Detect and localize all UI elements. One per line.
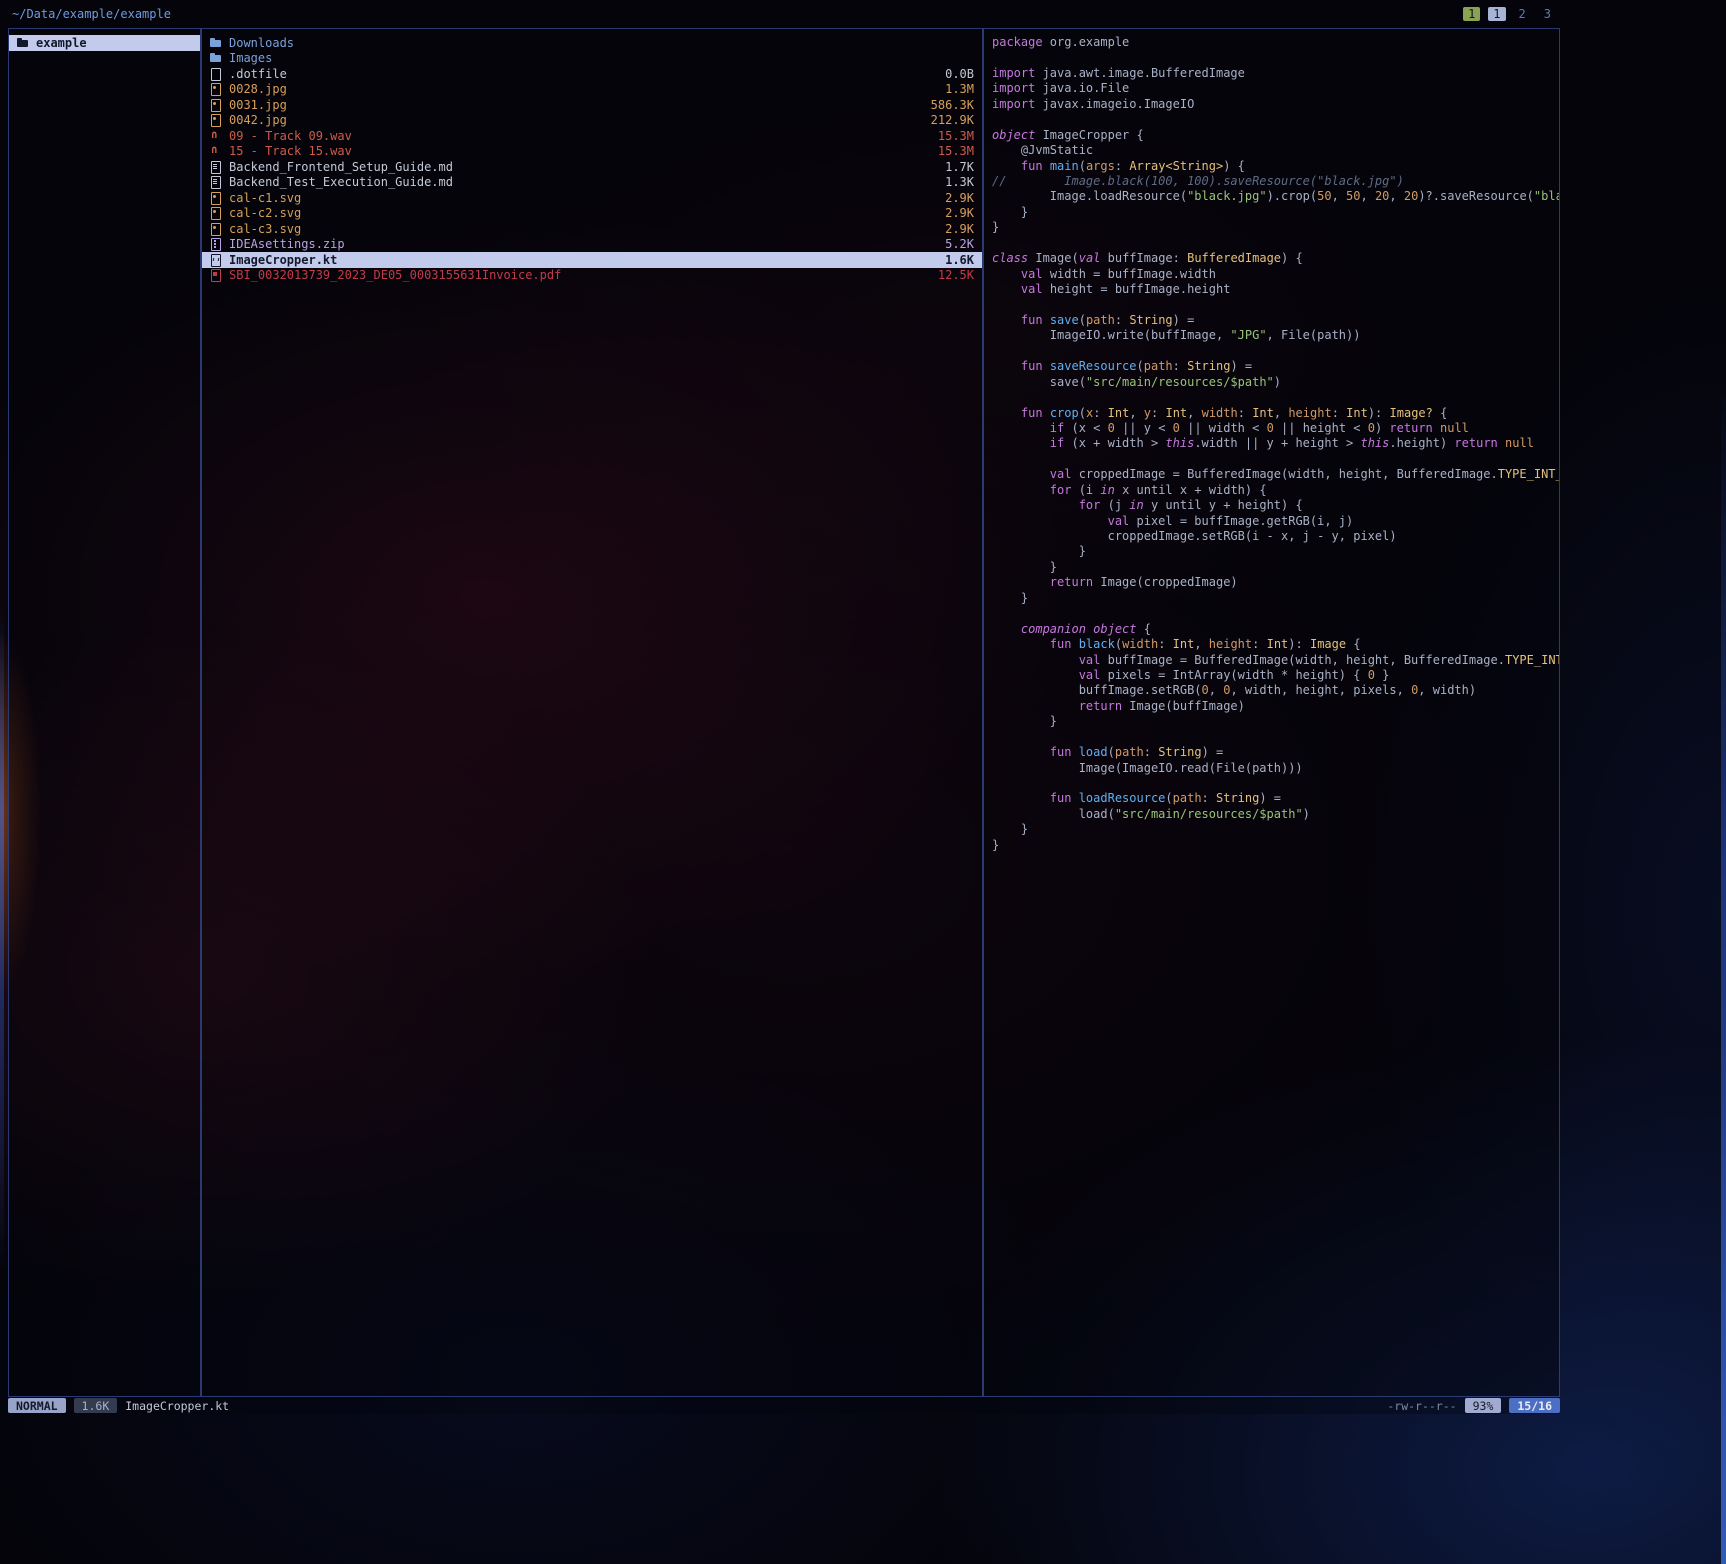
- panes: example DownloadsImages.dotfile0.0B0028.…: [8, 28, 1560, 1397]
- file-name: Backend_Frontend_Setup_Guide.md: [229, 160, 453, 174]
- code-view[interactable]: package org.exampleimport java.awt.image…: [984, 29, 1559, 1396]
- audio-icon: [210, 145, 223, 157]
- file-row[interactable]: Downloads: [202, 35, 982, 51]
- file-row[interactable]: Backend_Frontend_Setup_Guide.md 1.7K: [202, 159, 982, 175]
- image-icon: [210, 207, 223, 219]
- file-row[interactable]: 0028.jpg 1.3M: [202, 82, 982, 98]
- tab-3[interactable]: 3: [1539, 7, 1556, 21]
- file-row[interactable]: Backend_Test_Execution_Guide.md 1.3K: [202, 175, 982, 191]
- file-name: cal-c1.svg: [229, 191, 301, 205]
- file-size: 1.6K: [933, 253, 974, 267]
- file-size: 2.9K: [933, 191, 974, 205]
- file-size: 2.9K: [933, 222, 974, 236]
- file-permissions: -rw-r--r--: [1387, 1399, 1456, 1413]
- file-size: 15.3M: [926, 129, 974, 143]
- tab-1[interactable]: 1: [1463, 7, 1480, 21]
- tab-list: 1123: [1463, 7, 1556, 21]
- file-list-pane: DownloadsImages.dotfile0.0B0028.jpg1.3M0…: [201, 28, 983, 1397]
- cursor-position: 15/16: [1509, 1398, 1560, 1413]
- file-row[interactable]: 0031.jpg 586.3K: [202, 97, 982, 113]
- file-manager-window: ~/Data/example/example 1123 example Down…: [8, 4, 1560, 1414]
- file-name: .dotfile: [229, 67, 287, 81]
- file-name: IDEAsettings.zip: [229, 237, 345, 251]
- mode-indicator: NORMAL: [8, 1398, 66, 1413]
- preview-pane: package org.exampleimport java.awt.image…: [983, 28, 1560, 1397]
- file-row[interactable]: cal-c1.svg 2.9K: [202, 190, 982, 206]
- file-name: Downloads: [229, 36, 294, 50]
- file-name: 0042.jpg: [229, 113, 287, 127]
- desktop: { "window": { "path": "~/Data/example/ex…: [0, 0, 1726, 1564]
- file-row[interactable]: 0042.jpg 212.9K: [202, 113, 982, 129]
- audio-icon: [210, 130, 223, 142]
- file-size: 212.9K: [919, 113, 974, 127]
- markdown-icon: [210, 161, 223, 173]
- image-icon: [210, 192, 223, 204]
- file-name: Backend_Test_Execution_Guide.md: [229, 175, 453, 189]
- file-size: 1.3K: [933, 175, 974, 189]
- file-name: cal-c3.svg: [229, 222, 301, 236]
- parent-pane: example: [8, 28, 201, 1397]
- folder-icon: [210, 37, 223, 49]
- file-size: 15.3M: [926, 144, 974, 158]
- image-icon: [210, 83, 223, 95]
- scroll-percent: 93%: [1465, 1398, 1502, 1413]
- parent-list: example: [9, 29, 200, 51]
- file-row[interactable]: ImageCropper.kt 1.6K: [202, 252, 982, 268]
- breadcrumb-path[interactable]: ~/Data/example/example: [12, 7, 171, 21]
- status-bar: NORMAL 1.6K ImageCropper.kt -rw-r--r-- 9…: [8, 1397, 1560, 1414]
- file-name: example: [36, 36, 87, 50]
- file-row[interactable]: IDEAsettings.zip 5.2K: [202, 237, 982, 253]
- wallpaper-streak-right: [1721, 380, 1726, 1564]
- file-name: Images: [229, 51, 272, 65]
- zip-icon: [210, 238, 223, 250]
- wallpaper-streak-left: [0, 610, 4, 1270]
- status-left: NORMAL 1.6K ImageCropper.kt: [8, 1398, 229, 1413]
- file-row[interactable]: 15 - Track 15.wav 15.3M: [202, 144, 982, 160]
- file-name: 0028.jpg: [229, 82, 287, 96]
- file-name: 09 - Track 09.wav: [229, 129, 352, 143]
- tab-2[interactable]: 2: [1514, 7, 1531, 21]
- status-right: -rw-r--r-- 93% 15/16: [1387, 1398, 1560, 1413]
- file-row[interactable]: cal-c3.svg 2.9K: [202, 221, 982, 237]
- file-name: ImageCropper.kt: [229, 253, 337, 267]
- file-size: 2.9K: [933, 206, 974, 220]
- file-row[interactable]: cal-c2.svg 2.9K: [202, 206, 982, 222]
- folder-icon: [210, 52, 223, 64]
- file-row[interactable]: SBI_0032013739_2023_DE05_0003155631Invoi…: [202, 268, 982, 284]
- image-icon: [210, 223, 223, 235]
- file-name: SBI_0032013739_2023_DE05_0003155631Invoi…: [229, 268, 561, 282]
- file-icon: [210, 68, 223, 80]
- file-row[interactable]: .dotfile 0.0B: [202, 66, 982, 82]
- file-size: 1.3M: [933, 82, 974, 96]
- file-name: cal-c2.svg: [229, 206, 301, 220]
- file-size-badge: 1.6K: [74, 1398, 118, 1413]
- status-filename: ImageCropper.kt: [125, 1399, 229, 1413]
- file-row[interactable]: Images: [202, 51, 982, 67]
- image-icon: [210, 114, 223, 126]
- tab-1[interactable]: 1: [1488, 7, 1505, 21]
- file-size: 0.0B: [933, 67, 974, 81]
- code-icon: [210, 254, 223, 266]
- file-size: 12.5K: [926, 268, 974, 282]
- image-icon: [210, 99, 223, 111]
- file-size: 5.2K: [933, 237, 974, 251]
- file-size: 1.7K: [933, 160, 974, 174]
- pdf-icon: [210, 269, 223, 281]
- markdown-icon: [210, 176, 223, 188]
- top-bar: ~/Data/example/example 1123: [8, 4, 1560, 24]
- file-name: 15 - Track 15.wav: [229, 144, 352, 158]
- file-size: 586.3K: [919, 98, 974, 112]
- folder-icon: [17, 37, 30, 49]
- file-list: DownloadsImages.dotfile0.0B0028.jpg1.3M0…: [202, 29, 982, 283]
- file-row[interactable]: example: [9, 35, 200, 51]
- file-row[interactable]: 09 - Track 09.wav 15.3M: [202, 128, 982, 144]
- file-name: 0031.jpg: [229, 98, 287, 112]
